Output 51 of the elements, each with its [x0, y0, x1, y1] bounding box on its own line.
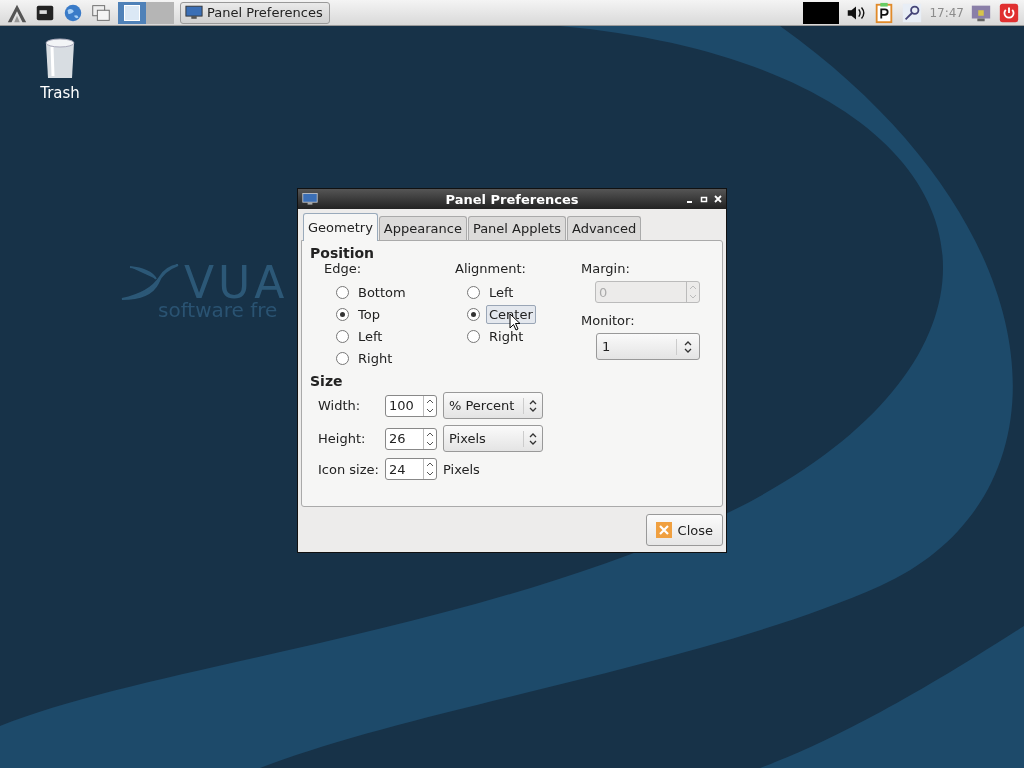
spin-arrows-icon[interactable] [423, 428, 436, 449]
power-icon[interactable] [998, 1, 1020, 24]
radio-button[interactable] [336, 285, 349, 299]
tray-area [803, 1, 840, 24]
radio-label[interactable]: Right [355, 348, 396, 368]
radio-label[interactable]: Left [486, 282, 517, 302]
radio-button[interactable] [467, 307, 480, 321]
radio-label[interactable]: Left [355, 326, 386, 346]
spin-field[interactable]: 26 [385, 427, 437, 450]
field-label: Margin: [581, 261, 631, 278]
workspace-button[interactable] [118, 1, 146, 24]
close-icon[interactable] [714, 195, 722, 203]
field-label: Monitor: [581, 313, 636, 330]
radio-label[interactable]: Right [486, 326, 527, 346]
tab[interactable]: Panel Applets [467, 216, 566, 240]
magnifier-icon[interactable] [901, 1, 924, 24]
radio-button[interactable] [467, 285, 480, 299]
unit-label: Pixels [443, 461, 480, 477]
monitor-icon [185, 5, 203, 20]
field-label: Edge: [324, 261, 363, 278]
window-title: Panel Preferences [444, 191, 580, 207]
spin-field[interactable]: 24 [385, 458, 437, 480]
close-icon [655, 522, 672, 538]
tab[interactable]: Geometry [303, 213, 378, 241]
tab[interactable]: Advanced [567, 216, 642, 240]
spin-arrows-icon[interactable] [423, 459, 436, 479]
section-heading: Position [310, 245, 376, 261]
field-label: Icon size: [318, 461, 379, 477]
spin-field[interactable]: 100 [385, 394, 437, 417]
icon-label[interactable]: Trash [40, 84, 80, 102]
radio-button[interactable] [467, 329, 480, 343]
field-label: Width: [318, 398, 362, 413]
radio-button[interactable] [336, 329, 349, 343]
trash-icon[interactable] [44, 38, 76, 80]
section-heading: Size [310, 373, 344, 389]
radio-label[interactable]: Center [486, 304, 536, 324]
field-label: Alignment: [455, 261, 527, 278]
spin-arrows-icon[interactable] [423, 395, 436, 416]
close-button[interactable]: Close [645, 514, 723, 546]
radio-button[interactable] [336, 307, 349, 321]
maximize-icon[interactable] [700, 195, 708, 203]
radio-button[interactable] [336, 351, 349, 365]
task-button[interactable]: Panel Preferences [180, 1, 330, 24]
radio-label[interactable]: Top [355, 304, 383, 324]
monitor-icon [302, 192, 318, 206]
radio-label[interactable]: Bottom [355, 282, 409, 302]
tab[interactable]: Appearance [378, 216, 467, 240]
field-label: Height: [318, 431, 367, 446]
monitor-combo-box[interactable]: 1 [596, 333, 700, 360]
unit-combo-box[interactable]: % Percent [443, 392, 543, 419]
unit-combo-box[interactable]: Pixels [443, 425, 543, 452]
